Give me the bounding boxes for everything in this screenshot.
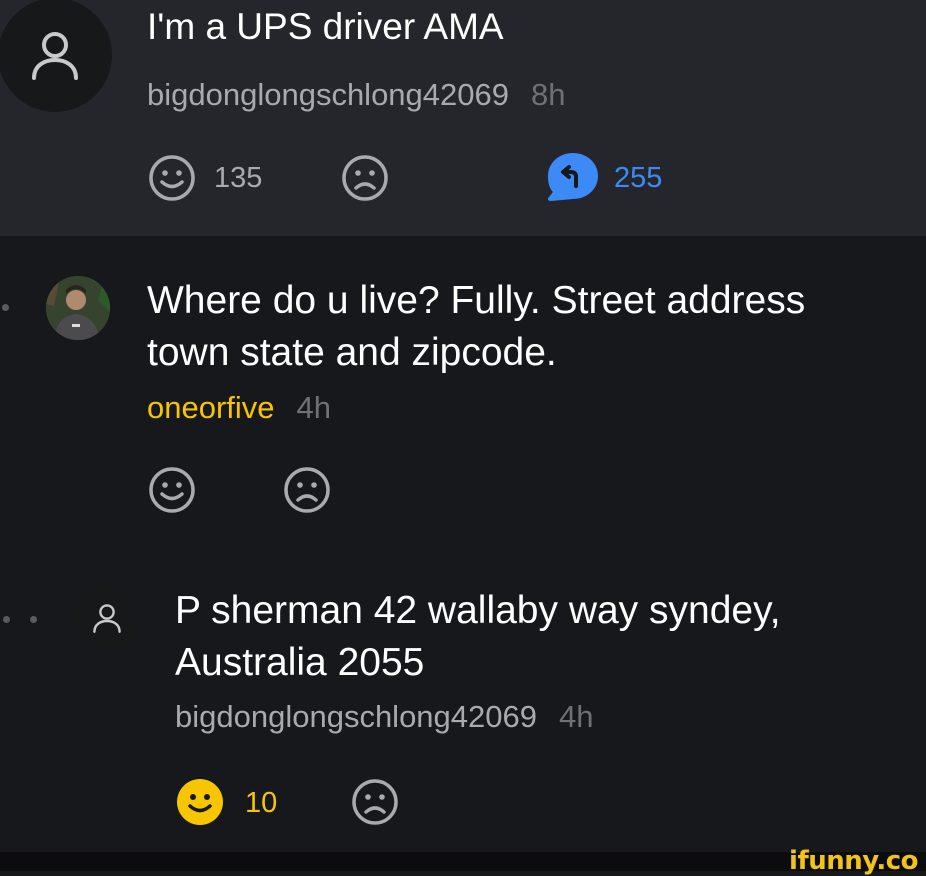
unsmile-icon[interactable]: [350, 777, 400, 827]
post-time: 8h: [531, 77, 566, 112]
post-author-avatar[interactable]: [0, 0, 112, 112]
comment-text-line: town state and zipcode.: [147, 331, 557, 374]
post-title: I'm a UPS driver AMA: [147, 6, 504, 47]
profile-photo-icon: [46, 276, 110, 340]
comment-author-avatar[interactable]: [46, 276, 110, 340]
unsmile-icon[interactable]: [282, 465, 332, 515]
comment-meta: oneorfive 4h: [147, 390, 331, 426]
smile-filled-icon[interactable]: [175, 777, 225, 827]
reply-text-line: Australia 2055: [175, 641, 425, 684]
post-card: I'm a UPS driver AMA bigdonglongschlong4…: [0, 0, 926, 236]
post-reply-count[interactable]: 255: [614, 161, 662, 195]
smile-icon[interactable]: [147, 465, 197, 515]
ifunny-watermark: ifunny.co: [789, 846, 918, 876]
comment-time: 4h: [296, 390, 332, 425]
post-smile-count: 135: [214, 162, 263, 194]
reply-text-line: P sherman 42 wallaby way syndey,: [175, 589, 781, 632]
comment-text-line: Where do u live? Fully. Street address: [147, 279, 806, 322]
post-author-name[interactable]: bigdonglongschlong42069: [147, 77, 509, 112]
post-meta: bigdonglongschlong42069 8h: [147, 77, 565, 113]
reply-time: 4h: [559, 699, 594, 734]
reply-author-avatar[interactable]: [74, 585, 140, 651]
user-icon: [93, 604, 121, 633]
thread-dot: [30, 616, 37, 623]
user-icon: [32, 32, 78, 80]
reply-icon[interactable]: [545, 150, 601, 204]
smile-icon[interactable]: [147, 153, 197, 203]
reply-smile-count: 10: [245, 787, 278, 819]
reply-author-name[interactable]: bigdonglongschlong42069: [175, 699, 537, 734]
thread-dot: [2, 304, 9, 311]
comment-author-name[interactable]: oneorfive: [147, 390, 275, 425]
unsmile-icon[interactable]: [340, 153, 390, 203]
reply-text: P sherman 42 wallaby way syndey, Austral…: [175, 585, 920, 689]
comment-text: Where do u live? Fully. Street address t…: [147, 275, 917, 379]
reply-meta: bigdonglongschlong42069 4h: [175, 699, 593, 735]
thread-dot: [3, 616, 10, 623]
bottom-bar: [0, 852, 926, 871]
